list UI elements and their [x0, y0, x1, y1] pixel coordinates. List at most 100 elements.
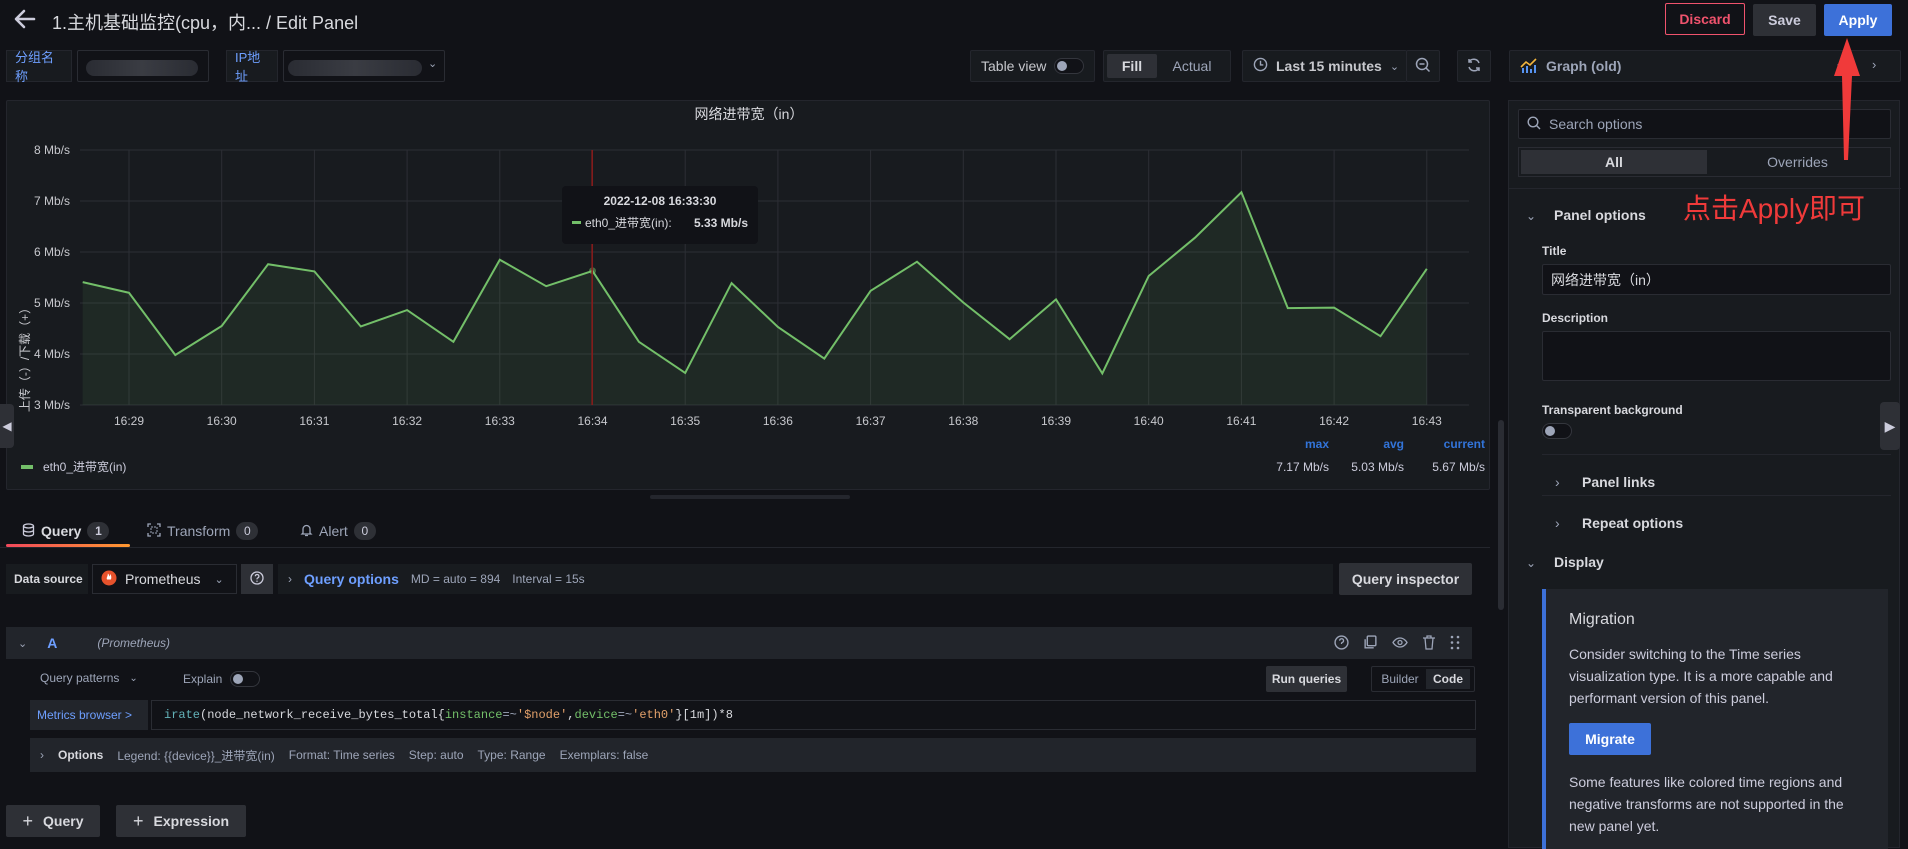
- query-range: [1m]: [683, 708, 712, 722]
- table-view-toggle[interactable]: Table view: [970, 50, 1095, 82]
- add-query-label: Query: [43, 813, 83, 829]
- legend-item[interactable]: eth0_进带宽(in): [21, 458, 126, 475]
- panel-links-header[interactable]: Panel links: [1582, 474, 1655, 490]
- legend-header-current[interactable]: current: [1419, 437, 1485, 451]
- tab-alert-label: Alert: [319, 523, 348, 539]
- query-options-row[interactable]: › Options Legend: {{device}}_进带宽(in) For…: [30, 738, 1476, 772]
- chevron-right-icon: ›: [40, 748, 44, 762]
- tooltip-series: eth0_进带宽(in):: [585, 214, 672, 231]
- legend-avg: 5.03 Mb/s: [1344, 460, 1404, 474]
- graph-icon: [1520, 57, 1538, 76]
- variable-label-ip: IP地址: [226, 50, 278, 82]
- explain-toggle[interactable]: Explain: [183, 671, 260, 687]
- panel-options-header[interactable]: Panel options: [1554, 207, 1646, 223]
- tab-alert[interactable]: Alert 0: [300, 518, 376, 544]
- chevron-down-icon: ⌄: [214, 573, 223, 586]
- help-icon[interactable]: [1334, 635, 1349, 653]
- datasource-picker[interactable]: Prometheus ⌄: [92, 564, 237, 594]
- toggle-switch[interactable]: [1054, 58, 1084, 74]
- zoom-out-button[interactable]: [1406, 50, 1440, 82]
- chevron-down-icon: ⌄: [129, 673, 137, 684]
- tab-all[interactable]: All: [1521, 150, 1707, 174]
- builder-mode[interactable]: Builder: [1374, 672, 1426, 686]
- metrics-browser-button[interactable]: Metrics browser >: [30, 700, 148, 730]
- interval: Interval = 15s: [512, 572, 584, 586]
- chevron-right-icon[interactable]: ›: [1872, 57, 1876, 72]
- add-expression-button[interactable]: +Expression: [116, 805, 246, 837]
- splitter-handle[interactable]: [650, 495, 850, 499]
- discard-button[interactable]: Discard: [1665, 3, 1745, 35]
- variable-select-ip[interactable]: ⌄: [283, 50, 445, 82]
- repeat-options-header[interactable]: Repeat options: [1582, 515, 1683, 531]
- collapse-chevron-icon[interactable]: ⌄: [18, 637, 27, 650]
- chevron-right-icon: ›: [288, 572, 292, 586]
- chevron-right-icon[interactable]: ›: [1555, 474, 1560, 490]
- drag-handle-icon[interactable]: [1450, 635, 1460, 653]
- datasource-help-button[interactable]: [241, 564, 273, 594]
- chart-svg: 网络进带宽（in） 3 Mb/s4 Mb/s5 Mb/s6 Mb/s7 Mb/s…: [7, 101, 1491, 491]
- tab-query[interactable]: Query 1: [22, 518, 109, 544]
- tab-transform[interactable]: Transform 0: [147, 518, 258, 544]
- title-input[interactable]: 网络进带宽（in）: [1542, 264, 1891, 295]
- variable-label-group: 分组名称: [6, 50, 72, 82]
- x-tick-label: 16:38: [948, 414, 978, 428]
- legend-header-avg[interactable]: avg: [1344, 437, 1404, 451]
- save-button[interactable]: Save: [1753, 4, 1816, 36]
- y-tick-label: 7 Mb/s: [34, 194, 70, 208]
- trash-icon[interactable]: [1422, 635, 1436, 653]
- query-patterns-select[interactable]: Query patterns ⌄: [40, 671, 138, 685]
- x-tick-label: 16:30: [207, 414, 237, 428]
- x-tick-label: 16:42: [1319, 414, 1349, 428]
- chevron-down-icon[interactable]: ⌄: [1526, 556, 1536, 570]
- fill-actual-group: Fill Actual: [1103, 50, 1231, 82]
- active-tab-indicator: [6, 544, 130, 547]
- run-queries-button[interactable]: Run queries: [1266, 666, 1347, 692]
- x-tick-label: 16:32: [392, 414, 422, 428]
- apply-button[interactable]: Apply: [1824, 4, 1892, 36]
- x-tick-label: 16:36: [763, 414, 793, 428]
- query-options-link[interactable]: Query options: [304, 571, 399, 587]
- query-value-1: '$node': [517, 708, 567, 722]
- database-icon: [22, 523, 35, 540]
- blurred-value: [86, 60, 198, 76]
- legend-header-max[interactable]: max: [1269, 437, 1329, 451]
- promql-query-input[interactable]: irate(node_network_receive_bytes_total{i…: [151, 700, 1476, 730]
- add-query-button[interactable]: +Query: [6, 805, 100, 837]
- x-tick-label: 16:33: [485, 414, 515, 428]
- variable-select-group[interactable]: [77, 50, 209, 82]
- time-range-picker[interactable]: Last 15 minutes ⌄: [1242, 50, 1407, 82]
- fill-option[interactable]: Fill: [1107, 54, 1157, 78]
- code-mode[interactable]: Code: [1426, 669, 1470, 689]
- y-tick-label: 4 Mb/s: [34, 347, 70, 361]
- divider: [1542, 495, 1891, 496]
- query-tail: )*8: [711, 708, 733, 722]
- query-patterns-label: Query patterns: [40, 671, 119, 685]
- refresh-icon: [1466, 57, 1482, 76]
- migrate-button[interactable]: Migrate: [1569, 723, 1651, 755]
- query-options-bar[interactable]: › Query options MD = auto = 894 Interval…: [278, 564, 1333, 594]
- tab-alert-count: 0: [354, 522, 376, 540]
- duplicate-icon[interactable]: [1363, 635, 1378, 653]
- query-label-1: instance: [445, 708, 503, 722]
- query-inspector-button[interactable]: Query inspector: [1339, 563, 1472, 595]
- transparent-background-toggle[interactable]: [1542, 423, 1572, 439]
- expand-right-handle[interactable]: ▶: [1880, 402, 1900, 450]
- option-type: Type: Range: [478, 748, 546, 762]
- description-textarea[interactable]: [1542, 331, 1891, 381]
- x-tick-label: 16:34: [577, 414, 607, 428]
- query-metric: node_network_receive_bytes_total: [207, 708, 437, 722]
- eye-icon[interactable]: [1392, 635, 1408, 653]
- collapse-left-handle[interactable]: ◀: [0, 404, 14, 448]
- annotation-arrow-icon: [1828, 34, 1864, 164]
- chevron-right-icon[interactable]: ›: [1555, 515, 1560, 531]
- actual-option[interactable]: Actual: [1157, 54, 1227, 78]
- back-arrow-icon[interactable]: [12, 6, 40, 34]
- tooltip-value: 5.33 Mb/s: [694, 216, 748, 230]
- refresh-button[interactable]: [1457, 50, 1491, 82]
- chevron-down-icon[interactable]: ⌄: [1526, 209, 1536, 223]
- display-header[interactable]: Display: [1554, 554, 1604, 570]
- query-ref-id[interactable]: A: [47, 635, 57, 651]
- description-label: Description: [1542, 311, 1608, 325]
- scrollbar[interactable]: [1498, 420, 1504, 610]
- toggle-switch[interactable]: [230, 671, 260, 687]
